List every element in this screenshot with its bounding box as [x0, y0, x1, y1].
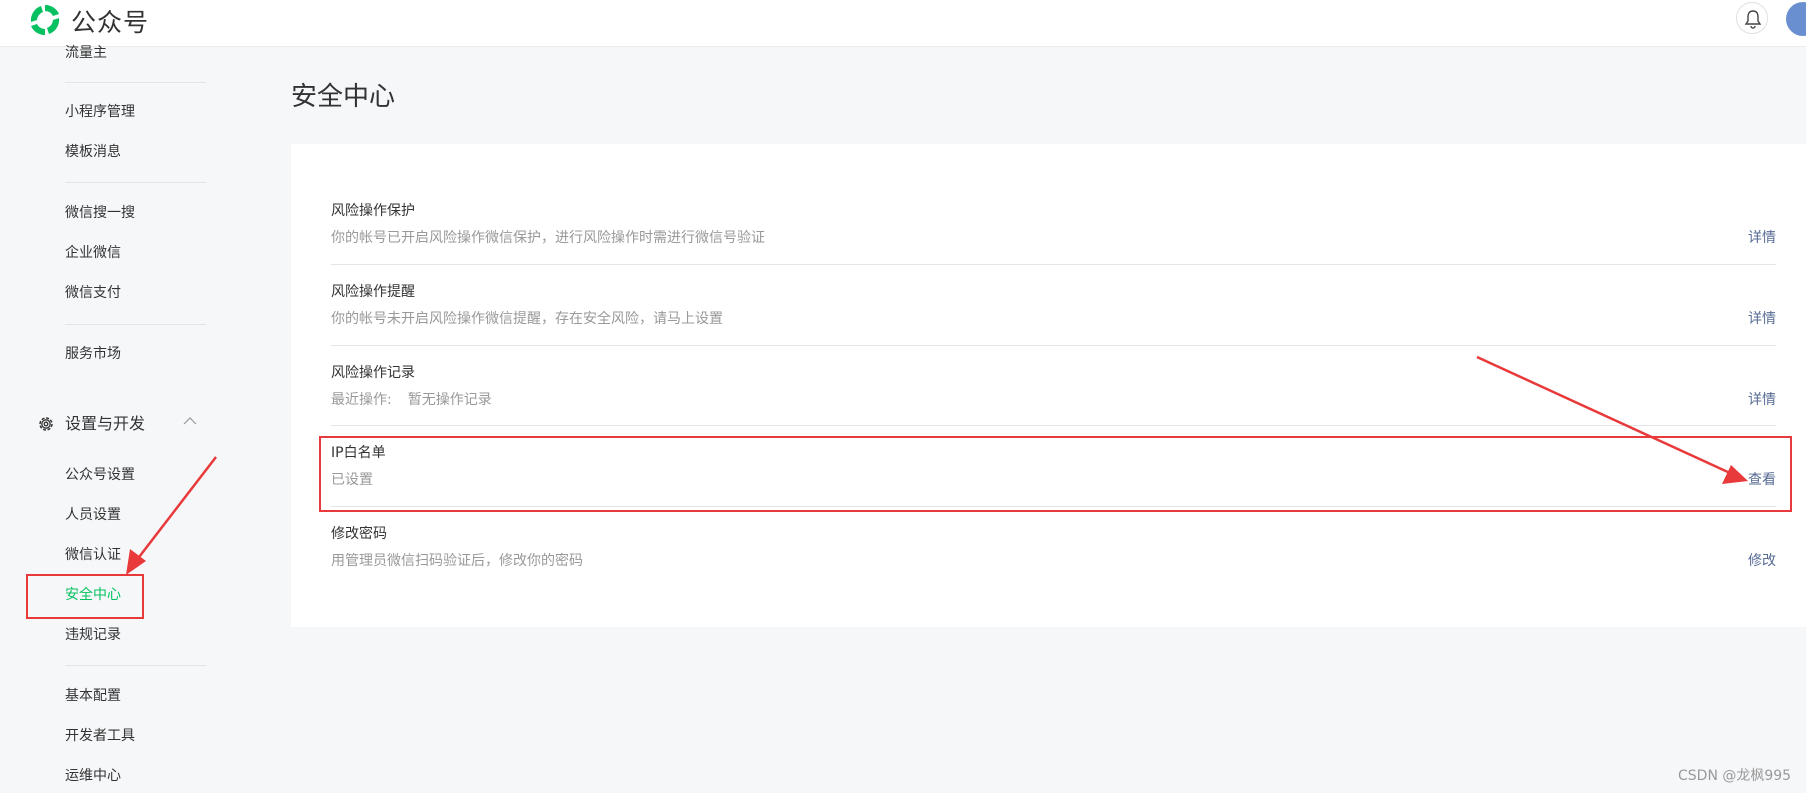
sidebar-item-traffic-owner[interactable]: 流量主 [65, 43, 107, 63]
row-divider [331, 345, 1776, 346]
row-divider [331, 264, 1776, 265]
row-title: 修改密码 [331, 526, 387, 542]
sidebar-item-service-market[interactable]: 服务市场 [65, 344, 121, 364]
annotation-highlight-box [26, 574, 144, 619]
recent-op-value: 暂无操作记录 [407, 392, 492, 408]
row-title: 风险操作记录 [331, 365, 415, 381]
sidebar-item-basic-config[interactable]: 基本配置 [65, 686, 121, 706]
sidebar-item-wechat-verification[interactable]: 微信认证 [65, 545, 121, 565]
sidebar-item-template-message[interactable]: 模板消息 [65, 142, 121, 162]
sidebar-divider [65, 182, 206, 183]
watermark: CSDN @龙枫995 [1678, 768, 1792, 784]
row-title: 风险操作提醒 [331, 284, 415, 300]
sidebar-item-account-settings[interactable]: 公众号设置 [65, 465, 135, 485]
modify-link[interactable]: 修改 [1748, 551, 1776, 571]
recent-op-label: 最近操作: [331, 392, 392, 408]
sidebar-group-label: 设置与开发 [65, 414, 146, 433]
wechat-official-logo-icon[interactable] [27, 2, 63, 38]
sidebar-divider [65, 324, 206, 325]
sidebar-item-developer-tools[interactable]: 开发者工具 [65, 726, 135, 746]
sidebar-item-member-settings[interactable]: 人员设置 [65, 505, 121, 525]
security-row-risk-alert: 风险操作提醒 你的帐号未开启风险操作微信提醒，存在安全风险，请马上设置 详情 [331, 282, 1776, 362]
sidebar-item-wechat-pay[interactable]: 微信支付 [65, 283, 121, 303]
sidebar-item-violation-records[interactable]: 违规记录 [65, 625, 121, 645]
page-title: 安全中心 [291, 82, 396, 112]
row-description: 最近操作: 暂无操作记录 [331, 390, 492, 410]
sidebar-item-wecom[interactable]: 企业微信 [65, 243, 121, 263]
row-divider [331, 425, 1776, 426]
security-row-risk-protection: 风险操作保护 你的帐号已开启风险操作微信保护，进行风险操作时需进行微信号验证 详… [331, 201, 1776, 281]
bell-icon [1744, 10, 1762, 29]
details-link[interactable]: 详情 [1748, 390, 1776, 410]
details-link[interactable]: 详情 [1748, 228, 1776, 248]
top-header: 公众号 [0, 0, 1806, 47]
row-description: 你的帐号已开启风险操作微信保护，进行风险操作时需进行微信号验证 [331, 230, 765, 246]
row-description: 你的帐号未开启风险操作微信提醒，存在安全风险，请马上设置 [331, 311, 723, 327]
sidebar-divider [65, 82, 206, 83]
sidebar-item-ops-center[interactable]: 运维中心 [65, 766, 121, 786]
gear-icon [39, 417, 53, 431]
security-row-risk-log: 风险操作记录 最近操作: 暂无操作记录 详情 [331, 363, 1776, 443]
row-description: 用管理员微信扫码验证后，修改你的密码 [331, 553, 583, 569]
row-title: 风险操作保护 [331, 203, 415, 219]
app-name[interactable]: 公众号 [71, 3, 149, 39]
chevron-up-icon[interactable] [183, 417, 197, 425]
sidebar-item-wechat-search[interactable]: 微信搜一搜 [65, 203, 135, 223]
details-link[interactable]: 详情 [1748, 309, 1776, 329]
sidebar-item-miniprogram[interactable]: 小程序管理 [65, 102, 135, 122]
security-row-change-password: 修改密码 用管理员微信扫码验证后，修改你的密码 修改 [331, 524, 1776, 604]
notification-button[interactable] [1736, 2, 1768, 34]
annotation-highlight-box [319, 436, 1792, 512]
sidebar-divider [65, 665, 206, 666]
avatar[interactable] [1786, 2, 1806, 36]
